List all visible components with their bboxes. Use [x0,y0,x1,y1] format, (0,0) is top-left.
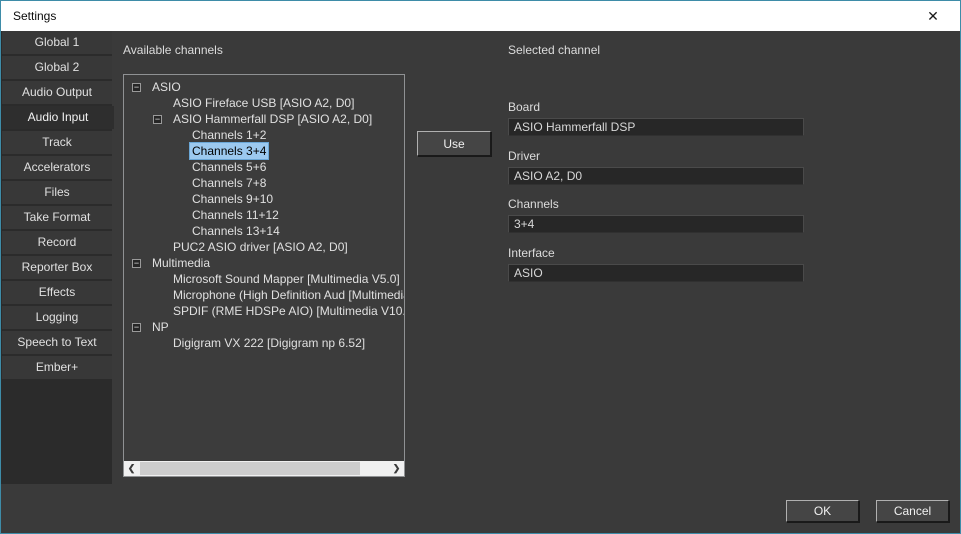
cancel-button[interactable]: Cancel [876,500,949,522]
selected-channel-heading: Selected channel [508,43,600,57]
collapse-minus-icon[interactable]: − [132,259,141,268]
tree-item-np[interactable]: − NP [124,319,404,335]
tree-item-channels-1-2[interactable]: Channels 1+2 [124,127,404,143]
channels-label: Channels [508,197,559,211]
sidebar-item-audio-output[interactable]: Audio Output [2,81,112,104]
collapse-minus-icon[interactable]: − [132,83,141,92]
scrollbar-thumb[interactable] [140,462,360,475]
tree-item-channels-13-14[interactable]: Channels 13+14 [124,223,404,239]
tree-item-channels-5-6[interactable]: Channels 5+6 [124,159,404,175]
sidebar-item-global-2[interactable]: Global 2 [2,56,112,79]
available-channels-heading: Available channels [123,43,223,57]
sidebar-item-audio-input[interactable]: Audio Input [2,106,114,129]
interface-label: Interface [508,246,555,260]
sidebar-item-ember[interactable]: Ember+ [2,356,112,379]
board-field[interactable] [508,118,804,136]
settings-category-sidebar: Global 1 Global 2 Audio Output Audio Inp… [1,31,112,484]
tree-item-multimedia[interactable]: − Multimedia [124,255,404,271]
collapse-minus-icon[interactable]: − [132,323,141,332]
tree-item-microsoft-sound-mapper[interactable]: Microsoft Sound Mapper [Multimedia V5.0] [124,271,404,287]
sidebar-item-record[interactable]: Record [2,231,112,254]
board-label: Board [508,100,540,114]
tree-item-asio-fireface-usb[interactable]: ASIO Fireface USB [ASIO A2, D0] [124,95,404,111]
driver-label: Driver [508,149,540,163]
horizontal-scrollbar[interactable]: ❮ ❯ [124,461,404,476]
available-channels-tree: − ASIO ASIO Fireface USB [ASIO A2, D0] −… [123,74,405,477]
driver-field[interactable] [508,167,804,185]
sidebar-item-effects[interactable]: Effects [2,281,112,304]
tree-item-channels-9-10[interactable]: Channels 9+10 [124,191,404,207]
channels-field[interactable] [508,215,804,233]
tree-item-asio[interactable]: − ASIO [124,79,404,95]
tree-item-channels-11-12[interactable]: Channels 11+12 [124,207,404,223]
collapse-minus-icon[interactable]: − [153,115,162,124]
tree-item-channels-3-4[interactable]: Channels 3+4 [124,143,404,159]
close-icon[interactable]: ✕ [912,1,954,31]
sidebar-item-accelerators[interactable]: Accelerators [2,156,112,179]
window-title: Settings [13,9,56,23]
tree-item-digigram-vx-222[interactable]: Digigram VX 222 [Digigram np 6.52] [124,335,404,351]
sidebar-item-files[interactable]: Files [2,181,112,204]
tree-item-puc2-asio-driver[interactable]: PUC2 ASIO driver [ASIO A2, D0] [124,239,404,255]
tree-item-channels-7-8[interactable]: Channels 7+8 [124,175,404,191]
use-button[interactable]: Use [417,131,491,156]
ok-button[interactable]: OK [786,500,859,522]
settings-dialog: Settings ✕ Global 1 Global 2 Audio Outpu… [0,0,961,534]
sidebar-item-track[interactable]: Track [2,131,112,154]
tree-item-asio-hammerfall-dsp[interactable]: − ASIO Hammerfall DSP [ASIO A2, D0] [124,111,404,127]
sidebar-item-global-1[interactable]: Global 1 [2,31,112,54]
title-bar: Settings ✕ [1,1,960,31]
tree-item-microphone-hd[interactable]: Microphone (High Definition Aud [Multime… [124,287,404,303]
selected-tree-item: Channels 3+4 [190,143,268,159]
sidebar-item-take-format[interactable]: Take Format [2,206,112,229]
tree-rows: − ASIO ASIO Fireface USB [ASIO A2, D0] −… [124,75,404,461]
sidebar-item-reporter-box[interactable]: Reporter Box [2,256,112,279]
sidebar-item-speech-to-text[interactable]: Speech to Text [2,331,112,354]
interface-field[interactable] [508,264,804,282]
sidebar-item-logging[interactable]: Logging [2,306,112,329]
scroll-right-icon[interactable]: ❯ [389,461,404,476]
tree-item-spdif-rme-hdspe[interactable]: SPDIF (RME HDSPe AIO) [Multimedia V10.0] [124,303,404,319]
scroll-left-icon[interactable]: ❮ [124,461,139,476]
